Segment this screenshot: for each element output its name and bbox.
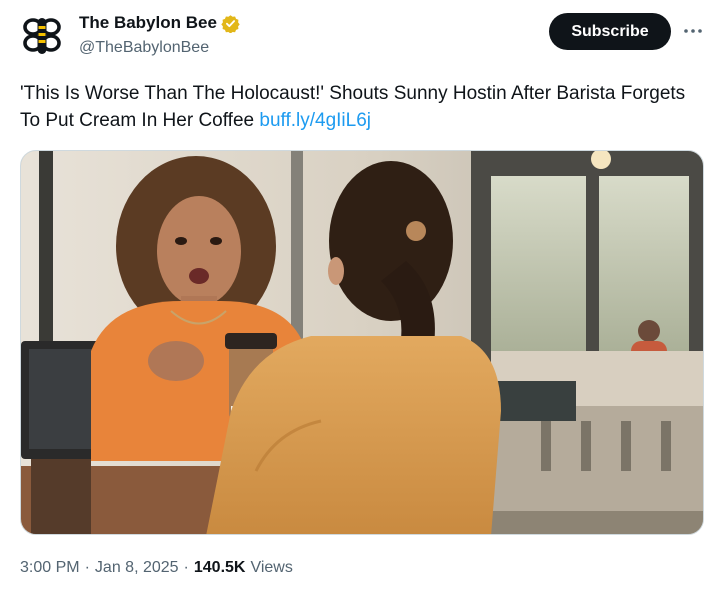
tweet-time[interactable]: 3:00 PM	[20, 559, 80, 577]
meta-separator: ·	[183, 559, 189, 576]
author-handle[interactable]: @TheBabylonBee	[79, 39, 209, 57]
tweet-text: 'This Is Worse Than The Holocaust!' Shou…	[20, 80, 700, 134]
author-name[interactable]: The Babylon Bee	[79, 13, 240, 34]
tweet-card: The Babylon Bee @TheBabylonBee Subscribe…	[0, 0, 722, 600]
tweet-link[interactable]: buff.ly/4gIiL6j	[259, 110, 371, 131]
meta-separator: ·	[84, 559, 90, 576]
author-name-text[interactable]: The Babylon Bee	[79, 13, 217, 33]
tweet-meta: 3:00 PM · Jan 8, 2025 · 140.5K Views	[20, 559, 293, 577]
babylon-bee-logo-avatar[interactable]	[20, 14, 64, 58]
tweet-media-image[interactable]	[20, 150, 704, 535]
views-label: Views	[250, 559, 293, 576]
more-horizontal-icon[interactable]	[680, 18, 706, 44]
subscribe-button[interactable]: Subscribe	[549, 13, 671, 50]
tweet-date[interactable]: Jan 8, 2025	[95, 559, 179, 577]
views-count: 140.5K	[193, 559, 246, 576]
verified-badge-icon	[221, 14, 240, 34]
